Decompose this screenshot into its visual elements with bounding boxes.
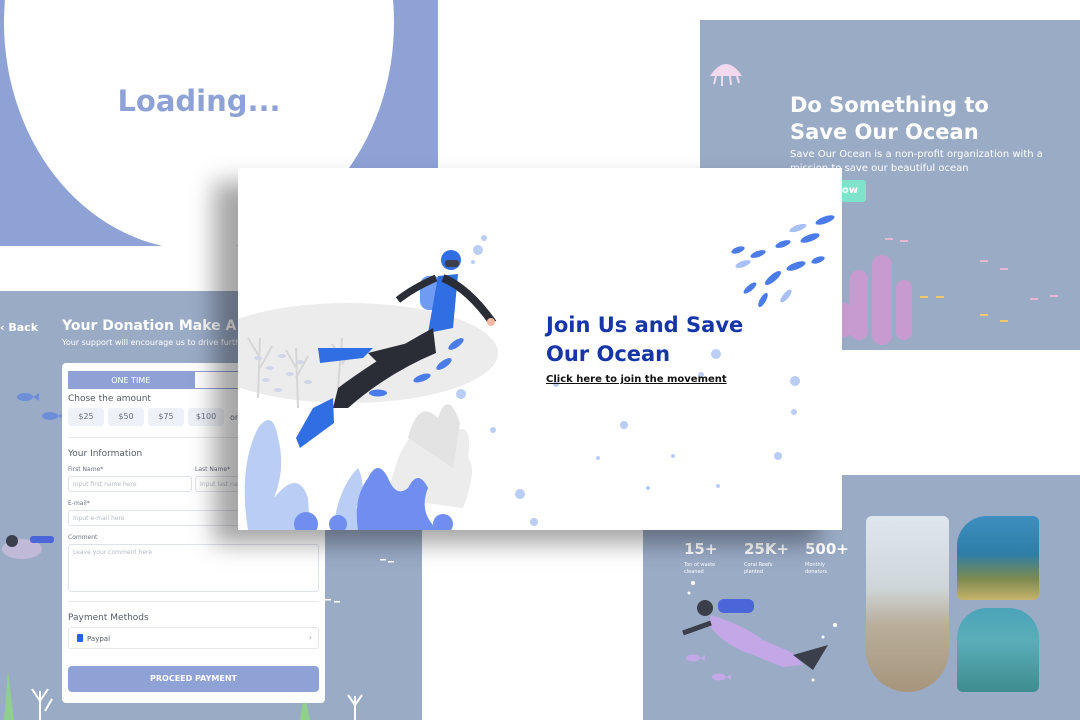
- comment-label: Comment: [68, 534, 98, 541]
- jellyfish-icon: [710, 64, 742, 86]
- info-heading: Your Information: [68, 449, 143, 459]
- email-label: E-mail*: [68, 500, 90, 507]
- coral-reef-photo: [957, 516, 1039, 600]
- payment-option-label: Paypal: [87, 635, 111, 643]
- loading-text: Loading...: [117, 84, 281, 118]
- fish-icon: [686, 654, 731, 681]
- paypal-icon: [77, 634, 83, 642]
- join-title-line-2: Our Ocean: [546, 342, 671, 366]
- amount-option[interactable]: $75: [148, 408, 184, 426]
- proceed-payment-button[interactable]: PROCEED PAYMENT: [68, 666, 319, 692]
- hero-title-line-2: Save Our Ocean: [790, 120, 979, 144]
- divider: [68, 601, 319, 602]
- join-title-line-1: Join Us and Save: [546, 313, 744, 337]
- amount-option[interactable]: $50: [108, 408, 144, 426]
- last-name-label: Last Name*: [195, 466, 231, 473]
- hero-title-line-1: Do Something to: [790, 93, 989, 117]
- payment-option-paypal[interactable]: Paypal ›: [68, 627, 319, 649]
- divers-photo: [957, 608, 1039, 692]
- tab-one-time[interactable]: ONE TIME: [68, 371, 194, 389]
- or-label: or: [230, 412, 239, 422]
- diver-icon: [2, 535, 54, 559]
- first-name-label: First Name*: [68, 466, 104, 473]
- hero-title: Do Something to Save Our Ocean: [790, 92, 1070, 146]
- beach-cleanup-photo: [866, 516, 949, 692]
- amount-options: $25 $50 $75 $100 or: [68, 408, 238, 426]
- fish-icon: [17, 393, 64, 420]
- join-movement-link[interactable]: Click here to join the movement: [546, 374, 727, 385]
- payment-heading: Payment Methods: [68, 613, 149, 623]
- amount-heading: Chose the amount: [68, 394, 151, 404]
- join-title: Join Us and Save Our Ocean: [546, 311, 776, 369]
- chevron-right-icon: ›: [308, 633, 312, 642]
- amount-option[interactable]: $25: [68, 408, 104, 426]
- comment-field[interactable]: Leave your comment here: [68, 544, 319, 592]
- join-us-page-preview: Join Us and Save Our Ocean Click here to…: [238, 168, 842, 530]
- amount-option[interactable]: $100: [188, 408, 224, 426]
- first-name-field[interactable]: Input first name here: [68, 476, 192, 492]
